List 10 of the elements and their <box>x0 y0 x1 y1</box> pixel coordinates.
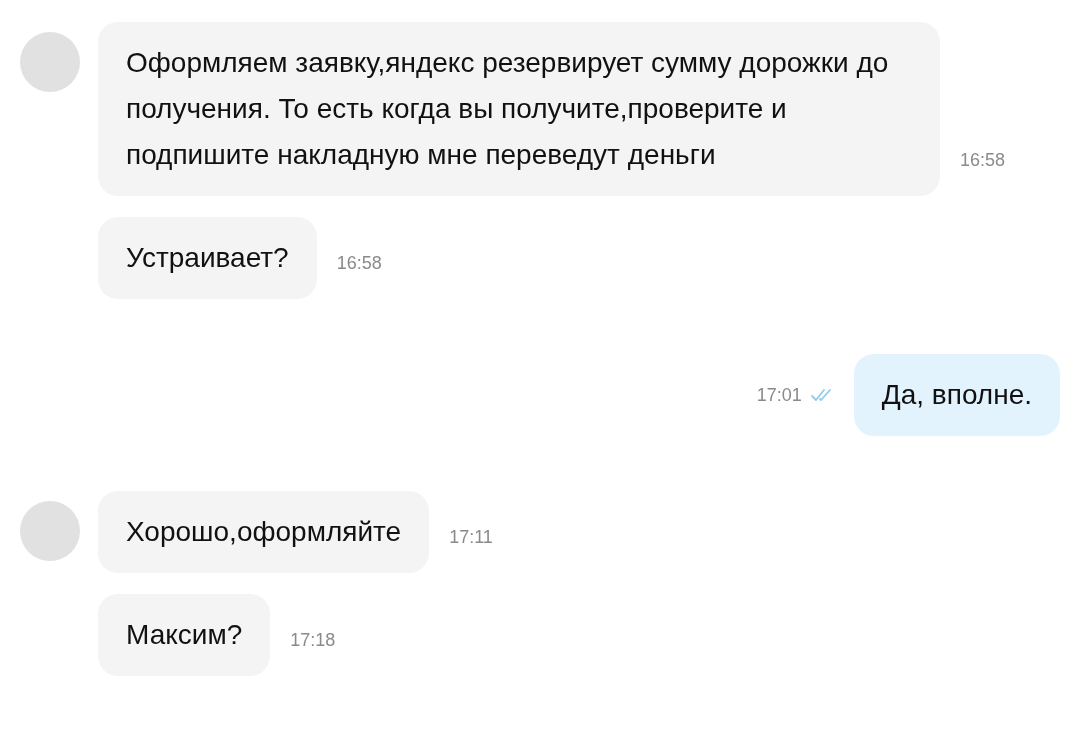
message-bubble: Максим? <box>98 594 271 676</box>
message-time: 17:18 <box>290 629 336 652</box>
message-time: 16:58 <box>336 252 382 275</box>
message-bubble: Да, вполне. <box>853 354 1060 436</box>
message-bubble: Устраивает? <box>98 217 317 299</box>
message-time: 17:11 <box>449 526 493 549</box>
message-bubble: Хорошо,оформляйте <box>98 491 430 573</box>
message-time: 16:58 <box>960 149 1006 172</box>
message-bubble: Оформляем заявку,яндекс резервирует сумму дорожки до получения. То есть когда вы получите,проверите и подпишите накладную мне переведут деньги <box>98 22 940 196</box>
message-time: 17:01 <box>756 383 802 407</box>
